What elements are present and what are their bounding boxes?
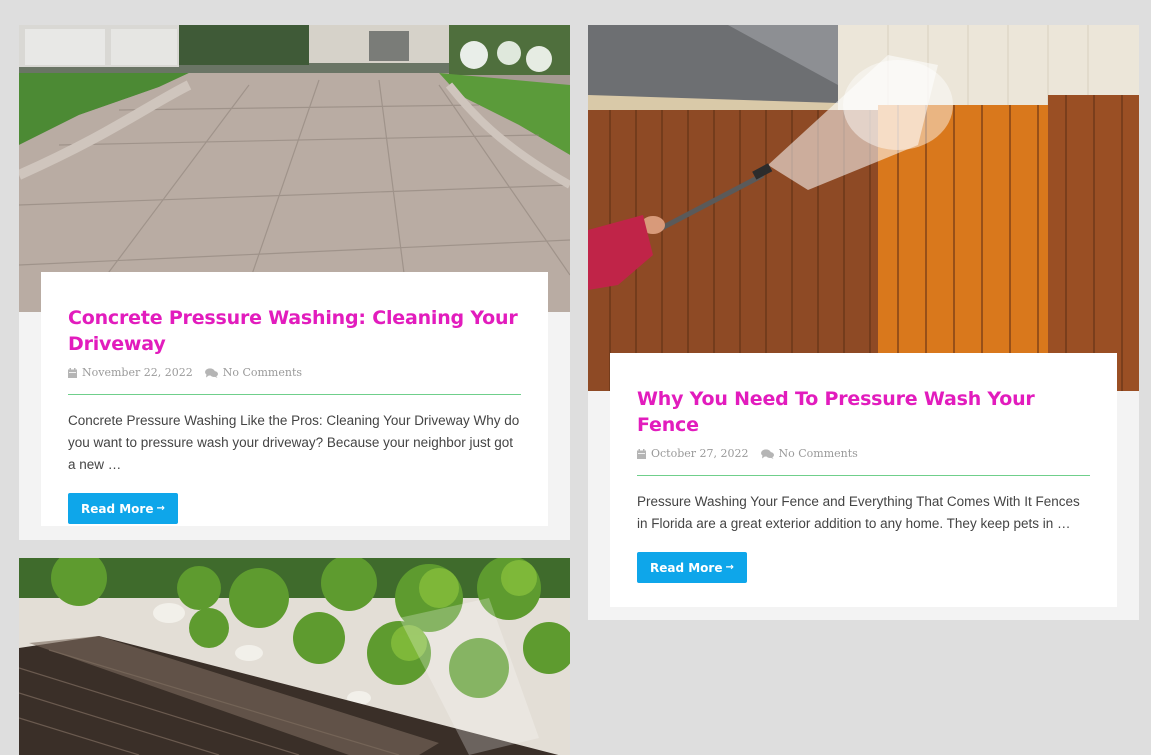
post-excerpt: Concrete Pressure Washing Like the Pros:… [68, 413, 520, 472]
post-date: November 22, 2022 [68, 366, 193, 379]
post-content-box: Concrete Pressure Washing: Cleaning Your… [41, 272, 548, 526]
calendar-icon [637, 448, 646, 459]
post-date-text: October 27, 2022 [651, 447, 749, 460]
comments-icon [760, 448, 774, 459]
read-more-button[interactable]: Read More → [68, 493, 178, 524]
read-more-label: Read More [81, 501, 154, 516]
post-title-link[interactable]: Concrete Pressure Washing: Cleaning Your… [68, 305, 521, 357]
read-more-button[interactable]: Read More → [637, 552, 747, 583]
post-meta: October 27, 2022 No Comments [637, 447, 1090, 460]
post-title-link[interactable]: Why You Need To Pressure Wash Your Fence [637, 386, 1090, 438]
post-date-text: November 22, 2022 [82, 366, 193, 379]
post-date: October 27, 2022 [637, 447, 749, 460]
post-card-concrete: Concrete Pressure Washing: Cleaning Your… [19, 25, 570, 540]
post-card-deck [19, 558, 570, 755]
post-meta: November 22, 2022 No Comments [68, 366, 521, 379]
comments-icon [204, 367, 218, 378]
read-more-label: Read More [650, 560, 723, 575]
meta-divider [637, 475, 1090, 476]
post-comments-text: No Comments [778, 447, 858, 460]
post-content-box: Why You Need To Pressure Wash Your Fence… [610, 353, 1117, 607]
post-excerpt: Pressure Washing Your Fence and Everythi… [637, 494, 1080, 531]
meta-divider [68, 394, 521, 395]
calendar-icon [68, 367, 77, 378]
driveway-image[interactable] [19, 25, 570, 312]
post-comments-text: No Comments [222, 366, 303, 379]
fence-image[interactable] [588, 25, 1139, 391]
post-comments[interactable]: No Comments [204, 366, 303, 379]
post-card-fence: Why You Need To Pressure Wash Your Fence… [588, 25, 1139, 620]
arrow-right-icon: → [156, 503, 165, 514]
deck-garden-image[interactable] [19, 558, 570, 755]
post-comments[interactable]: No Comments [760, 447, 858, 460]
arrow-right-icon: → [725, 562, 734, 573]
